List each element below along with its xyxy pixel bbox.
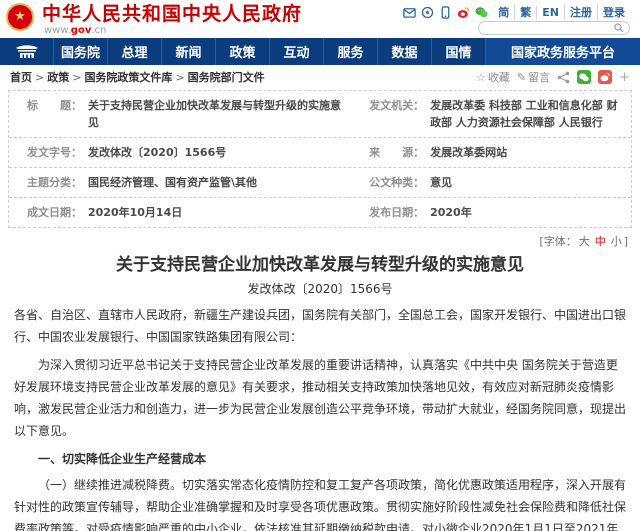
- section-1-heading: 一、切实降低企业生产经营成本: [14, 448, 626, 470]
- nav-gov-service-platform[interactable]: 国家政务服务平台: [486, 38, 640, 65]
- wechat-icon[interactable]: [475, 6, 488, 19]
- meta-value-issuing-agency: 发展改革委 科技部 工业和信息化部 财政部 人力资源社会保障部 人民银行: [430, 97, 625, 131]
- weibo-icon: [600, 72, 610, 82]
- addressee-paragraph: 各省、自治区、直辖市人民政府，新疆生产建设兵团，国务院有关部门，全国总工会，国家…: [14, 304, 626, 348]
- meta-value-subject-category: 国民经济管理、国有资产监管\其他: [88, 174, 257, 191]
- wechat-icon: [579, 73, 589, 82]
- header-quick-bar: 简 繁 EN 注册 登录: [403, 4, 630, 20]
- more-share-button[interactable]: +: [619, 70, 630, 85]
- main-nav: 国务院 总理 新闻 政策 互动 服务 数据 国情 国家政务服务平台: [0, 38, 640, 65]
- mail-icon[interactable]: [403, 6, 416, 19]
- meta-value-doc-number: 发改体改〔2020〕1566号: [88, 144, 226, 161]
- preamble-paragraph: 为深入贯彻习近平总书记关于支持民营企业改革发展的重要讲话精神，认真落实《中共中央…: [14, 354, 626, 442]
- site-url: www.gov.cn: [42, 25, 302, 36]
- weibo-icon[interactable]: [457, 6, 470, 19]
- register-link[interactable]: 注册: [564, 4, 597, 20]
- site-brand[interactable]: ★ 中华人民共和国中央人民政府 www.gov.cn: [6, 3, 302, 36]
- meta-row-title: 标 题：关于支持民营企业加快改革发展与转型升级的实施意见 发文机关：发展改革委 …: [9, 91, 631, 138]
- meta-value-publish-date: 2020年: [430, 204, 472, 221]
- meta-value-doc-type: 意见: [430, 174, 452, 191]
- client-icon[interactable]: [421, 6, 434, 19]
- breadcrumb-separator: >: [69, 71, 84, 84]
- favorite-button[interactable]: ☆收藏: [476, 69, 510, 85]
- article-body: 各省、自治区、直辖市人民政府，新疆生产建设兵团，国务院有关部门，全国总工会，国家…: [0, 297, 640, 531]
- nav-home-button[interactable]: [0, 38, 54, 65]
- top-links: 简 繁 EN 注册 登录: [493, 4, 630, 20]
- meta-label-written-date: 成文日期：: [27, 204, 82, 221]
- lang-english-link[interactable]: EN: [536, 6, 564, 19]
- meta-value-title: 关于支持民营企业加快改革发展与转型升级的实施意见: [88, 97, 345, 131]
- breadcrumb-bar: 首页>政策>国务院政策文件库>国务院部门文件 ☆收藏 ✎留言 +: [0, 65, 640, 89]
- nav-item-interaction[interactable]: 互动: [270, 38, 324, 65]
- lang-traditional-link[interactable]: 繁: [514, 4, 536, 20]
- breadcrumb-policy-library[interactable]: 国务院政策文件库: [84, 71, 172, 84]
- meta-label-doc-type: 公文种类：: [369, 174, 424, 191]
- login-link[interactable]: 登录: [597, 4, 630, 20]
- site-title: 中华人民共和国中央人民政府: [42, 3, 302, 25]
- font-size-selector: [字体：大中小]: [0, 230, 640, 246]
- share-weibo-button[interactable]: [598, 70, 612, 84]
- share-icon[interactable]: [557, 71, 570, 84]
- url-cn: .cn: [91, 25, 106, 36]
- meta-label-title: 标 题：: [27, 97, 82, 131]
- favorite-label: 收藏: [488, 69, 510, 85]
- mobile-icon[interactable]: [439, 6, 452, 19]
- nav-item-national-conditions[interactable]: 国情: [432, 38, 486, 65]
- breadcrumb-separator: >: [172, 71, 187, 84]
- share-wechat-button[interactable]: [577, 70, 591, 84]
- site-header: ★ 中华人民共和国中央人民政府 www.gov.cn: [0, 0, 640, 38]
- comment-button[interactable]: ✎留言: [517, 69, 550, 85]
- meta-value-source: 发展改革委网站: [430, 144, 507, 161]
- breadcrumb-department-documents[interactable]: 国务院部门文件: [188, 71, 265, 84]
- breadcrumb-separator: >: [32, 71, 47, 84]
- meta-label-issuing-agency: 发文机关：: [369, 97, 424, 131]
- font-size-large-button[interactable]: 大: [577, 235, 592, 248]
- meta-label-subject-category: 主题分类：: [27, 174, 82, 191]
- section-1-paragraph: （一）继续推进减税降费。切实落实常态化疫情防控和复工复产各项政策，简化优惠政策适…: [14, 474, 626, 531]
- search-icon[interactable]: [614, 23, 624, 33]
- nav-item-state-council[interactable]: 国务院: [54, 38, 108, 65]
- nav-item-policies[interactable]: 政策: [216, 38, 270, 65]
- meta-row-docnum: 发文字号： 发改体改〔2020〕1566号 来 源： 发展改革委网站: [9, 138, 631, 168]
- breadcrumb-home[interactable]: 首页: [10, 71, 32, 84]
- font-size-medium-button[interactable]: 中: [592, 235, 609, 248]
- page-actions: ☆收藏 ✎留言 +: [476, 69, 630, 85]
- font-selector-suffix: ]: [624, 235, 628, 248]
- meta-row-category: 主题分类： 国民经济管理、国有资产监管\其他 公文种类： 意见: [9, 168, 631, 198]
- meta-label-doc-number: 发文字号：: [27, 144, 82, 161]
- nav-item-news[interactable]: 新闻: [162, 38, 216, 65]
- nav-item-premier[interactable]: 总理: [108, 38, 162, 65]
- font-selector-prefix: [字体：: [539, 235, 576, 248]
- brand-text: 中华人民共和国中央人民政府 www.gov.cn: [42, 3, 302, 36]
- search-box[interactable]: [478, 21, 630, 35]
- nav-item-services[interactable]: 服务: [324, 38, 378, 65]
- comment-label: 留言: [528, 69, 550, 85]
- document-meta-table: 标 题：关于支持民营企业加快改革发展与转型升级的实施意见 发文机关：发展改革委 …: [8, 90, 632, 228]
- breadcrumb: 首页>政策>国务院政策文件库>国务院部门文件: [10, 69, 265, 85]
- meta-label-publish-date: 发布日期：: [369, 204, 424, 221]
- font-size-small-button[interactable]: 小: [609, 235, 624, 248]
- meta-row-dates: 成文日期： 2020年10月14日 发布日期： 2020年: [9, 198, 631, 227]
- search-input[interactable]: [479, 23, 614, 33]
- url-gov: gov: [71, 25, 92, 36]
- star-icon: ☆: [476, 71, 486, 84]
- lang-simplified-link[interactable]: 简: [493, 4, 514, 20]
- article-doc-number: 发改体改〔2020〕1566号: [0, 281, 640, 297]
- meta-value-written-date: 2020年10月14日: [88, 204, 182, 221]
- article-title: 关于支持民营企业加快改革发展与转型升级的实施意见: [0, 255, 640, 276]
- tiananmen-home-icon: [15, 44, 39, 59]
- breadcrumb-policies[interactable]: 政策: [47, 71, 69, 84]
- pencil-icon: ✎: [517, 71, 526, 84]
- url-www: www.: [44, 25, 71, 36]
- meta-label-source: 来 源：: [369, 144, 424, 161]
- national-emblem-icon: ★: [6, 3, 34, 31]
- nav-item-data[interactable]: 数据: [378, 38, 432, 65]
